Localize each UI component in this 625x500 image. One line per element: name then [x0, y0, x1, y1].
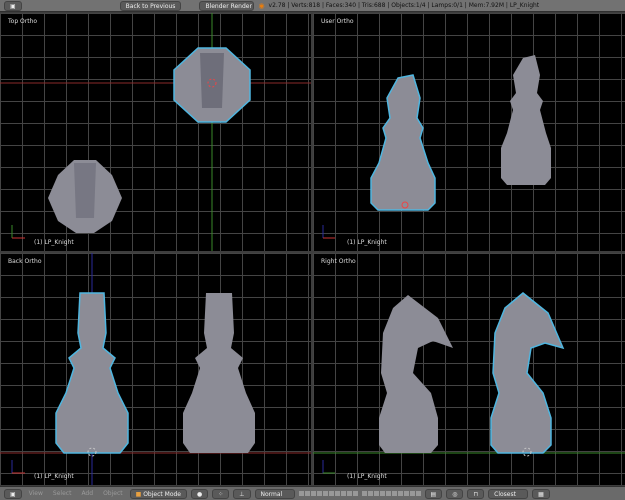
manipulator-icon[interactable]: ⊥ — [233, 488, 251, 499]
layers-grid[interactable] — [298, 491, 358, 496]
orientation-select[interactable]: Normal — [254, 488, 295, 499]
knight-selected — [55, 292, 129, 454]
knight — [183, 293, 255, 453]
cube-icon: ■ — [135, 490, 142, 498]
scene-stats: v2.78 | Verts:818 | Faces:340 | Tris:688… — [268, 2, 540, 9]
render-engine-select[interactable]: Blender Render — [199, 0, 255, 11]
mode-select[interactable]: ■ Object Mode — [129, 488, 187, 499]
knight-selected — [490, 292, 565, 454]
knight-selected — [370, 74, 436, 211]
menu-add[interactable]: Add — [78, 490, 96, 497]
active-object-label: (1) LP_Knight — [347, 239, 387, 246]
pivot-select[interactable]: ⁘ — [212, 488, 230, 499]
info-header: ▣ Back to Previous Blender Render ◉ v2.7… — [0, 0, 625, 12]
menu-object[interactable]: Object — [100, 490, 126, 497]
3d-view-header: ▣ View Select Add Object ■ Object Mode ●… — [0, 486, 625, 500]
snap-icon[interactable]: ⊓ — [467, 488, 485, 499]
viewport-name: Right Ortho — [321, 258, 356, 265]
viewport-top-ortho[interactable]: Top Ortho (1) LP_Knight — [0, 13, 311, 251]
active-object-label: (1) LP_Knight — [347, 473, 387, 480]
render-icon[interactable]: ▦ — [532, 488, 550, 499]
viewport-canvas — [313, 292, 625, 474]
viewport-name: Back Ortho — [8, 258, 42, 265]
viewport-right-ortho[interactable]: Right Ortho (1) LP_Knight — [313, 253, 625, 485]
knight — [501, 55, 551, 185]
editor-type-button[interactable]: ▣ — [4, 488, 22, 499]
back-to-previous-button[interactable]: Back to Previous — [119, 0, 182, 11]
snap-select[interactable]: Closest — [488, 488, 529, 499]
lock-layers-icon[interactable]: ▤ — [424, 488, 443, 499]
active-object-label: (1) LP_Knight — [34, 473, 74, 480]
viewport-canvas — [0, 253, 311, 485]
blender-logo-icon: ◉ — [258, 1, 265, 10]
viewport-canvas — [0, 13, 311, 251]
editor-type-button[interactable]: ▣ — [4, 0, 22, 11]
shading-select[interactable]: ● — [191, 488, 209, 499]
proportional-edit-icon[interactable]: ◎ — [446, 488, 464, 499]
viewport-name: User Ortho — [321, 18, 354, 25]
knight — [379, 295, 453, 453]
layers-grid[interactable] — [361, 491, 421, 496]
viewport-back-ortho[interactable]: Back Ortho (1) LP_Knight — [0, 253, 311, 485]
menu-view[interactable]: View — [26, 490, 46, 497]
viewport-name: Top Ortho — [8, 18, 38, 25]
active-object-label: (1) LP_Knight — [34, 239, 74, 246]
viewport-canvas — [322, 55, 551, 239]
viewport-user-ortho[interactable]: User Ortho (1) LP_Knight — [313, 13, 625, 251]
menu-select[interactable]: Select — [50, 490, 75, 497]
